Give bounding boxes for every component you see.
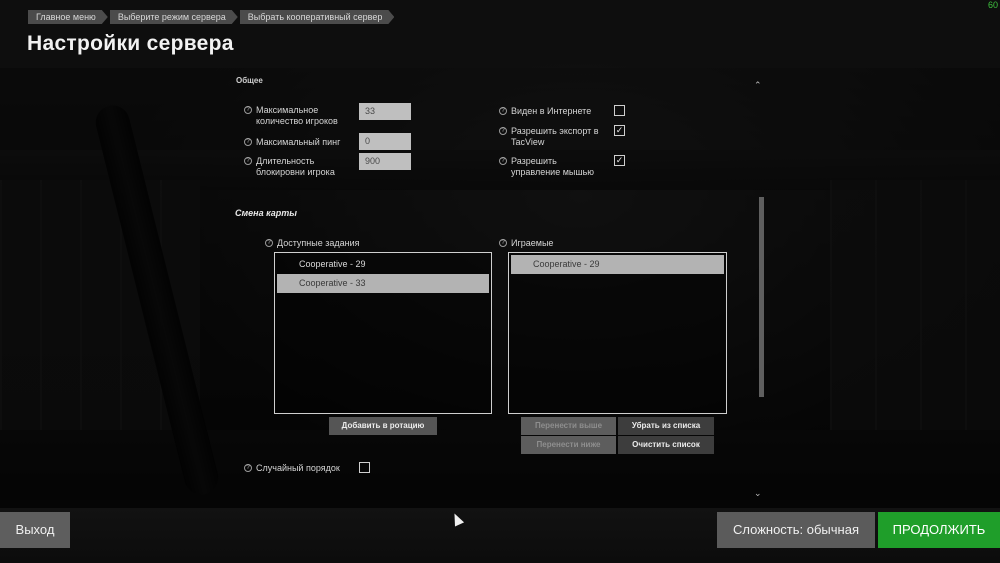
allow-mouse-label-line2: управление мышью xyxy=(511,167,595,177)
difficulty-button[interactable]: Сложность: обычная xyxy=(717,512,875,548)
allow-mouse-label: Разрешить xyxy=(511,156,557,166)
help-icon[interactable]: ? xyxy=(499,157,507,165)
list-item[interactable]: Cooperative - 33 xyxy=(277,274,489,293)
list-item[interactable]: Cooperative - 29 xyxy=(511,255,724,274)
allow-tacview-label: Разрешить экспорт в xyxy=(511,126,599,136)
help-icon[interactable]: ? xyxy=(244,464,252,472)
allow-tacview-checkbox[interactable]: ✓ xyxy=(614,125,625,136)
move-down-button[interactable]: Перенести ниже xyxy=(521,436,616,454)
breadcrumb-main-menu[interactable]: Главное меню xyxy=(28,10,108,24)
playable-missions-header: ? Играемые xyxy=(499,238,553,249)
visible-internet-label: Виден в Интернете xyxy=(511,106,592,116)
random-order-checkbox[interactable] xyxy=(359,462,370,473)
header-bar: Главное меню Выберите режим сервера Выбр… xyxy=(0,0,1000,68)
random-order-label: Случайный порядок xyxy=(256,463,340,473)
block-duration-label: Длительность xyxy=(256,156,315,166)
max-ping-row: ? Максимальный пинг xyxy=(244,137,340,148)
remove-from-list-button[interactable]: Убрать из списка xyxy=(618,417,714,435)
help-icon[interactable]: ? xyxy=(244,138,252,146)
general-section-title: Общее xyxy=(236,76,263,85)
max-ping-label: Максимальный пинг xyxy=(256,137,341,147)
max-players-label-line2: количество игроков xyxy=(256,116,338,126)
exit-button[interactable]: Выход xyxy=(0,512,70,548)
block-duration-input[interactable]: 900 xyxy=(359,153,411,170)
continue-button[interactable]: ПРОДОЛЖИТЬ xyxy=(878,512,1000,548)
max-ping-input[interactable]: 0 xyxy=(359,133,411,150)
available-missions-header: ? Доступные задания xyxy=(265,238,360,249)
max-players-row: ? Максимальное количество игроков xyxy=(244,105,338,127)
allow-mouse-checkbox[interactable]: ✓ xyxy=(614,155,625,166)
scroll-up-icon[interactable]: ⌃ xyxy=(754,80,762,91)
allow-tacview-row: ? Разрешить экспорт в TacView xyxy=(499,126,599,148)
map-change-title: Смена карты xyxy=(235,208,297,218)
block-duration-row: ? Длительность блокировни игрока xyxy=(244,156,335,178)
available-missions-list[interactable]: Cooperative - 29 Cooperative - 33 xyxy=(274,252,492,414)
block-duration-label-line2: блокировни игрока xyxy=(256,167,335,177)
help-icon[interactable]: ? xyxy=(244,157,252,165)
scrollbar-thumb[interactable] xyxy=(759,197,764,397)
page-title: Настройки сервера xyxy=(27,32,234,55)
help-icon[interactable]: ? xyxy=(265,239,273,247)
add-to-rotation-button[interactable]: Добавить в ротацию xyxy=(329,417,437,435)
list-item[interactable]: Cooperative - 29 xyxy=(277,255,489,274)
fps-counter: 60 xyxy=(987,0,998,10)
random-order-row: ? Случайный порядок xyxy=(244,463,340,474)
max-players-label: Максимальное xyxy=(256,105,319,115)
visible-internet-checkbox[interactable] xyxy=(614,105,625,116)
breadcrumb-coop-server[interactable]: Выбрать кооперативный сервер xyxy=(240,10,395,24)
available-missions-label: Доступные задания xyxy=(277,238,360,248)
help-icon[interactable]: ? xyxy=(499,239,507,247)
help-icon[interactable]: ? xyxy=(499,107,507,115)
playable-missions-label: Играемые xyxy=(511,238,554,248)
clear-list-button[interactable]: Очистить список xyxy=(618,436,714,454)
allow-mouse-row: ? Разрешить управление мышью xyxy=(499,156,594,178)
breadcrumb-server-mode[interactable]: Выберите режим сервера xyxy=(110,10,238,24)
help-icon[interactable]: ? xyxy=(499,127,507,135)
max-players-input[interactable]: 33 xyxy=(359,103,411,120)
help-icon[interactable]: ? xyxy=(244,106,252,114)
playable-missions-list[interactable]: Cooperative - 29 xyxy=(508,252,727,414)
visible-internet-row: ? Виден в Интернете xyxy=(499,106,591,117)
breadcrumb: Главное меню Выберите режим сервера Выбр… xyxy=(28,10,396,24)
allow-tacview-label-line2: TacView xyxy=(511,137,545,147)
move-up-button[interactable]: Перенести выше xyxy=(521,417,616,435)
scroll-down-icon[interactable]: ⌄ xyxy=(754,488,762,499)
